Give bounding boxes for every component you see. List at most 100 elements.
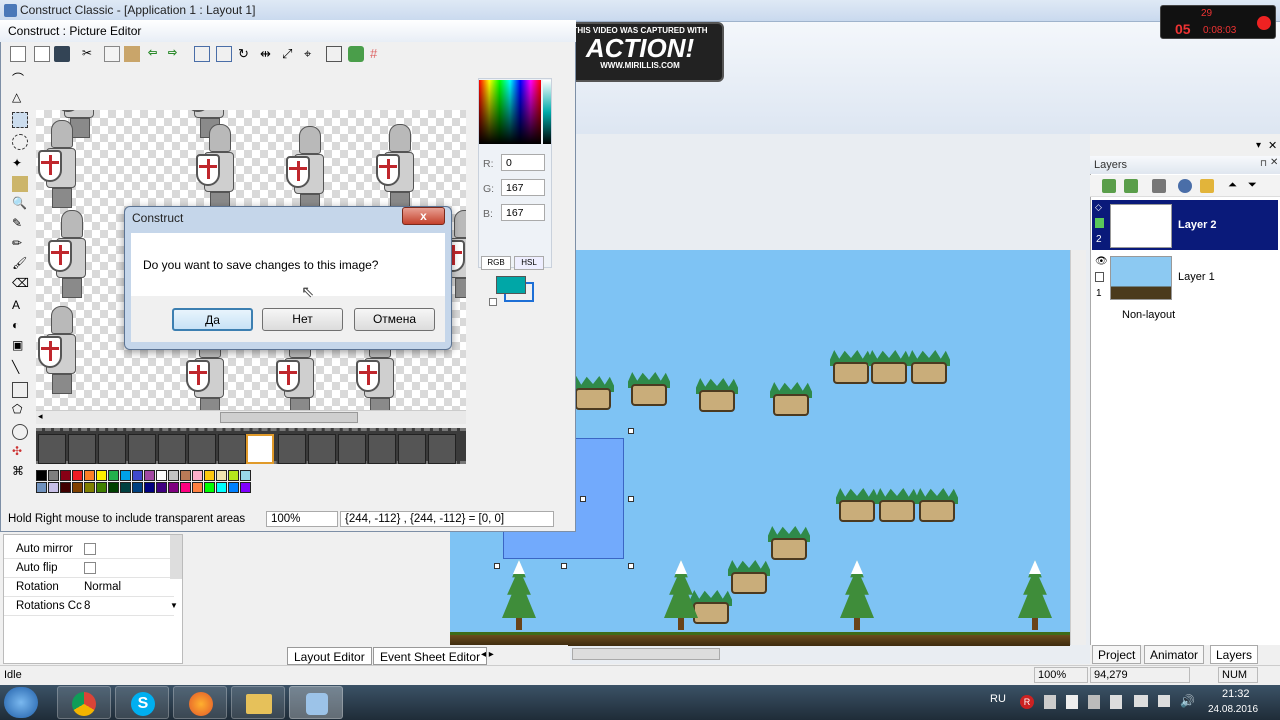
fill-icon[interactable]: ◐ bbox=[12, 318, 28, 334]
record-icon[interactable] bbox=[1257, 16, 1271, 30]
redo-icon[interactable]: ⇨ bbox=[168, 46, 184, 62]
expand-icon[interactable]: ⤢ bbox=[282, 46, 298, 62]
cancel-button[interactable]: Отмена bbox=[354, 308, 435, 331]
palette-swatch[interactable] bbox=[36, 470, 47, 481]
zoom-icon[interactable]: 🔍 bbox=[12, 196, 28, 212]
palette-swatch[interactable] bbox=[240, 482, 251, 493]
color-gradient-picker[interactable] bbox=[479, 80, 541, 144]
scroll-thumb[interactable] bbox=[220, 412, 358, 423]
palette-swatch[interactable] bbox=[48, 482, 59, 493]
ground-strip[interactable] bbox=[450, 632, 1070, 646]
frame-thumb[interactable] bbox=[278, 434, 306, 464]
grass-block[interactable] bbox=[868, 350, 910, 384]
polygon-select-icon[interactable]: △ bbox=[12, 90, 28, 106]
gradient-icon[interactable]: ▣ bbox=[12, 338, 28, 354]
color-slider[interactable] bbox=[543, 80, 551, 144]
frame-thumb[interactable] bbox=[308, 434, 336, 464]
skype-taskbar-button[interactable]: S bbox=[115, 686, 169, 719]
selection-handle[interactable] bbox=[628, 428, 634, 434]
tray-flag-icon[interactable] bbox=[1088, 695, 1100, 709]
palette-swatch[interactable] bbox=[84, 482, 95, 493]
image-icon[interactable] bbox=[12, 176, 28, 192]
open-icon[interactable] bbox=[34, 46, 50, 62]
eraser-icon[interactable]: ⌫ bbox=[12, 276, 29, 292]
tree-sprite[interactable] bbox=[502, 560, 536, 630]
add-layer-above-icon[interactable] bbox=[1124, 179, 1138, 193]
palette-swatch[interactable] bbox=[48, 470, 59, 481]
property-row[interactable]: Rotation Normal bbox=[4, 578, 174, 597]
frame-thumb[interactable] bbox=[158, 434, 186, 464]
palette-swatch[interactable] bbox=[168, 470, 179, 481]
clock-time[interactable]: 21:32 bbox=[1222, 688, 1250, 700]
delete-layer-icon[interactable] bbox=[1152, 179, 1166, 193]
crop-icon[interactable] bbox=[216, 46, 232, 62]
grass-block[interactable] bbox=[836, 488, 878, 522]
tray-app-icon[interactable] bbox=[1044, 695, 1056, 709]
polygon-icon[interactable]: ⬠ bbox=[12, 402, 28, 418]
palette-swatch[interactable] bbox=[216, 482, 227, 493]
chrome-taskbar-button[interactable] bbox=[57, 686, 111, 719]
no-button[interactable]: Нет bbox=[262, 308, 343, 331]
palette-swatch[interactable] bbox=[204, 470, 215, 481]
volume-icon[interactable]: 🔊 bbox=[1180, 694, 1195, 708]
lasso-icon[interactable]: ⌒ bbox=[12, 70, 28, 86]
pin-icon[interactable]: ⊓ bbox=[1260, 158, 1267, 169]
firefox-taskbar-button[interactable] bbox=[173, 686, 227, 719]
copy-icon[interactable] bbox=[104, 46, 120, 62]
line-icon[interactable]: ╲ bbox=[12, 360, 28, 376]
magic-wand-icon[interactable]: ✦ bbox=[12, 156, 28, 172]
action-point-icon[interactable]: ⌘ bbox=[12, 464, 28, 480]
palette-swatch[interactable] bbox=[72, 482, 83, 493]
frame-thumb[interactable] bbox=[98, 434, 126, 464]
dropdown-arrow-icon[interactable]: ▼ bbox=[170, 601, 178, 610]
g-input[interactable]: 167 bbox=[501, 179, 545, 196]
palette-swatch[interactable] bbox=[60, 470, 71, 481]
selection-handle[interactable] bbox=[628, 496, 634, 502]
b-input[interactable]: 167 bbox=[501, 204, 545, 221]
grass-block[interactable] bbox=[830, 350, 872, 384]
palette-swatch[interactable] bbox=[144, 470, 155, 481]
frame-thumb[interactable] bbox=[68, 434, 96, 464]
property-row[interactable]: Rotations Cc 8 ▼ bbox=[4, 597, 178, 616]
tab-layers[interactable]: Layers bbox=[1210, 645, 1259, 664]
hsl-mode-tab[interactable]: HSL bbox=[514, 256, 544, 270]
ellipse-icon[interactable] bbox=[12, 424, 28, 440]
explorer-taskbar-button[interactable] bbox=[231, 686, 285, 719]
brush-icon[interactable]: 🖌 bbox=[12, 256, 28, 272]
selection-handle[interactable] bbox=[628, 563, 634, 569]
auto-flip-checkbox[interactable] bbox=[84, 562, 96, 574]
tab-layout-editor[interactable]: Layout Editor bbox=[287, 647, 372, 665]
reset-colors-icon[interactable] bbox=[489, 298, 497, 306]
frame-thumb[interactable] bbox=[338, 434, 366, 464]
new-icon[interactable] bbox=[10, 46, 26, 62]
palette-swatch[interactable] bbox=[240, 470, 251, 481]
primary-color-swatch[interactable] bbox=[496, 276, 526, 294]
pin-icon[interactable]: ▾ bbox=[1256, 140, 1261, 151]
grass-block[interactable] bbox=[628, 372, 670, 406]
palette-swatch[interactable] bbox=[72, 470, 83, 481]
palette-swatch[interactable] bbox=[192, 482, 203, 493]
frame-thumb[interactable] bbox=[218, 434, 246, 464]
eye-icon[interactable]: ◇ bbox=[1095, 202, 1102, 213]
rectangle-icon[interactable] bbox=[12, 382, 28, 398]
palette-swatch[interactable] bbox=[228, 470, 239, 481]
grass-block[interactable] bbox=[728, 560, 770, 594]
frame-thumb[interactable] bbox=[398, 434, 426, 464]
tray-pin-icon[interactable] bbox=[1110, 695, 1122, 709]
selection-handle[interactable] bbox=[561, 563, 567, 569]
r-input[interactable]: 0 bbox=[501, 154, 545, 171]
palette-swatch[interactable] bbox=[192, 470, 203, 481]
frame-thumb[interactable] bbox=[368, 434, 396, 464]
frame-thumb[interactable] bbox=[428, 434, 456, 464]
resize-icon[interactable] bbox=[194, 46, 210, 62]
undo-icon[interactable]: ⇦ bbox=[148, 46, 164, 62]
close-icon[interactable]: ✕ bbox=[1268, 139, 1277, 152]
paste-icon[interactable] bbox=[124, 46, 140, 62]
grid-icon[interactable]: # bbox=[370, 46, 386, 62]
scroll-left-icon[interactable]: ◂ bbox=[38, 411, 43, 422]
tree-sprite[interactable] bbox=[840, 560, 874, 630]
layer-row-layer-2[interactable]: ◇ 2 Layer 2 bbox=[1092, 200, 1278, 250]
grass-block[interactable] bbox=[908, 350, 950, 384]
tab-scroll-icon[interactable]: ◂ ▸ bbox=[481, 649, 494, 660]
selection-handle[interactable] bbox=[580, 496, 586, 502]
